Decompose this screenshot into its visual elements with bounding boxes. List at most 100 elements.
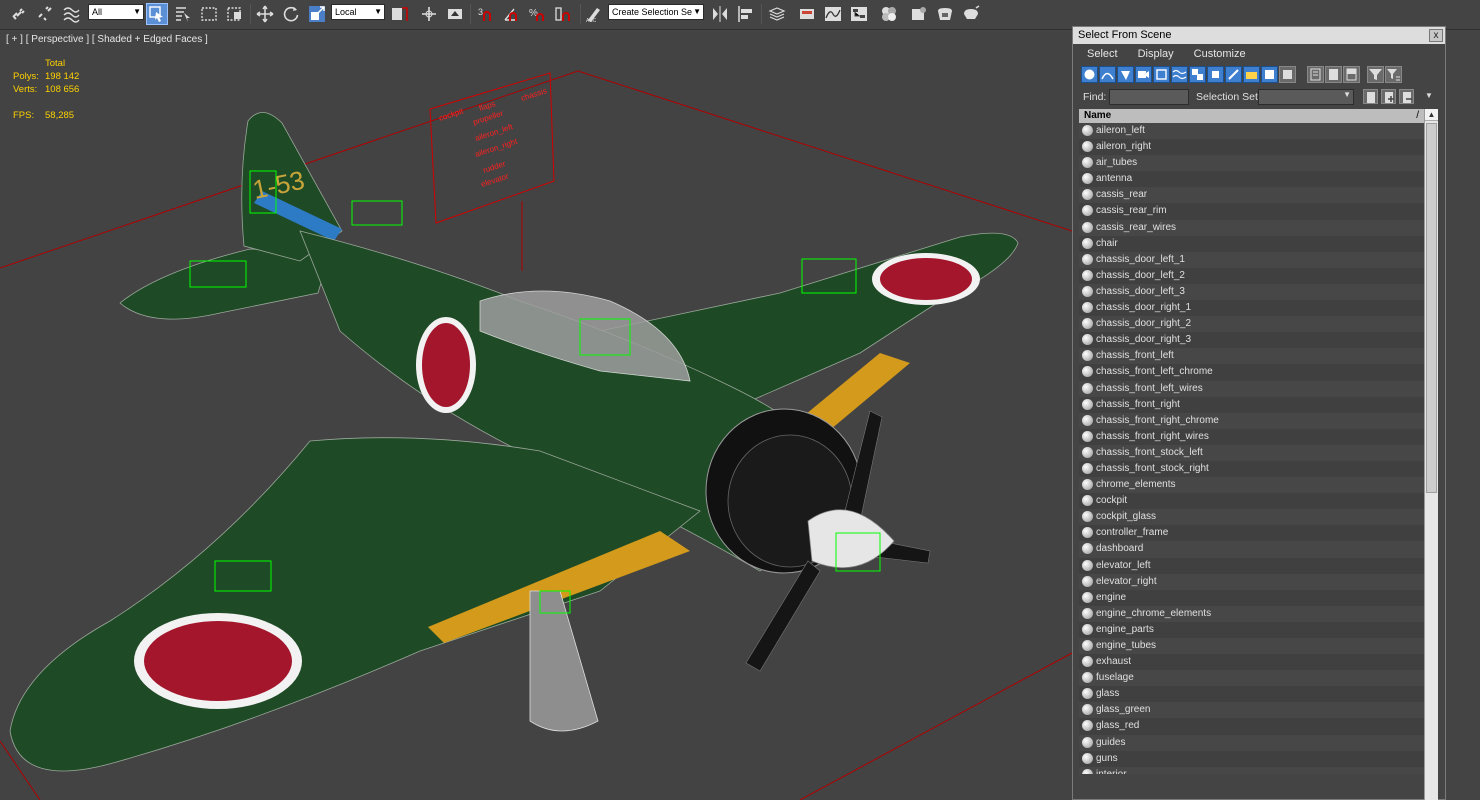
viewport-label[interactable]: [ + ] [ Perspective ] [ Shaded + Edged F… <box>6 34 208 45</box>
list-item[interactable]: air_tubes <box>1079 155 1425 172</box>
scale-icon[interactable] <box>306 3 328 25</box>
list-item[interactable]: glass_red <box>1079 718 1425 734</box>
render-icon[interactable] <box>960 3 982 25</box>
display-containers-icon[interactable] <box>1243 66 1260 83</box>
plane-3d-model[interactable]: 1-53 cockpit flaps propeller aileron_lef… <box>0 31 1072 800</box>
list-item[interactable]: chassis_front_left_wires <box>1079 380 1425 397</box>
list-item[interactable]: elevator_left <box>1079 558 1425 574</box>
display-none-icon[interactable] <box>1325 66 1342 83</box>
list-item[interactable]: chassis_door_right_1 <box>1079 300 1425 316</box>
list-item[interactable]: chassis_front_right_chrome <box>1079 412 1425 429</box>
display-hidden-icon[interactable] <box>1279 66 1296 83</box>
reference-coordinate-dropdown[interactable]: Local ▼ <box>331 4 385 20</box>
list-item[interactable]: chrome_elements <box>1079 477 1425 494</box>
list-item[interactable]: cockpit_glass <box>1079 509 1425 526</box>
display-frozen-icon[interactable] <box>1261 66 1278 83</box>
snap-3d-icon[interactable]: 3 <box>474 3 496 25</box>
rectangle-region-icon[interactable] <box>198 3 220 25</box>
list-item[interactable]: engine_tubes <box>1079 638 1425 655</box>
remove-from-selection-set-icon[interactable] <box>1399 89 1414 104</box>
create-selection-set-icon[interactable] <box>1363 89 1378 104</box>
list-item[interactable]: chassis_front_stock_right <box>1079 461 1425 477</box>
schematic-view-icon[interactable] <box>848 3 870 25</box>
list-item[interactable]: elevator_right <box>1079 573 1425 590</box>
display-helpers-icon[interactable] <box>1153 66 1170 83</box>
list-item[interactable]: chassis_door_left_3 <box>1079 283 1425 301</box>
list-item[interactable]: cassis_rear <box>1079 187 1425 204</box>
window-crossing-icon[interactable] <box>224 3 246 25</box>
link-icon[interactable] <box>8 3 30 25</box>
list-item[interactable]: chassis_front_left <box>1079 348 1425 365</box>
display-lights-icon[interactable] <box>1117 66 1134 83</box>
material-editor-icon[interactable] <box>878 3 900 25</box>
scroll-thumb[interactable] <box>1426 123 1437 493</box>
edit-named-selection-icon[interactable]: ABC <box>583 3 605 25</box>
list-item[interactable]: controller_frame <box>1079 525 1425 541</box>
angle-snap-icon[interactable] <box>500 3 522 25</box>
selection-set-dropdown[interactable]: ▼ <box>1258 89 1354 105</box>
list-item[interactable]: cassis_rear_wires <box>1079 219 1425 236</box>
select-manipulate-icon[interactable] <box>418 3 440 25</box>
list-item[interactable]: dashboard <box>1079 541 1425 558</box>
list-item[interactable]: exhaust <box>1079 654 1425 670</box>
list-item[interactable]: chassis_front_right_wires <box>1079 429 1425 445</box>
bind-space-warp-icon[interactable] <box>60 3 82 25</box>
percent-snap-icon[interactable]: % <box>526 3 548 25</box>
ribbon-icon[interactable] <box>796 3 818 25</box>
list-item[interactable]: fuselage <box>1079 670 1425 687</box>
render-setup-icon[interactable] <box>908 3 930 25</box>
spinner-snap-icon[interactable] <box>552 3 574 25</box>
select-by-name-icon[interactable] <box>172 3 194 25</box>
find-input[interactable] <box>1109 89 1189 105</box>
menu-select[interactable]: Select <box>1087 48 1118 60</box>
add-to-selection-set-icon[interactable] <box>1381 89 1396 104</box>
list-item[interactable]: chassis_front_left_chrome <box>1079 364 1425 380</box>
list-item[interactable]: engine <box>1079 590 1425 606</box>
filter-options-icon[interactable] <box>1385 66 1402 83</box>
list-item[interactable]: interior <box>1079 766 1425 774</box>
menu-display[interactable]: Display <box>1138 48 1174 60</box>
display-all-icon[interactable] <box>1307 66 1324 83</box>
list-item[interactable]: glass_green <box>1079 702 1425 719</box>
unlink-icon[interactable] <box>34 3 56 25</box>
list-item[interactable]: engine_chrome_elements <box>1079 605 1425 622</box>
list-item[interactable]: guides <box>1079 734 1425 751</box>
display-xrefs-icon[interactable] <box>1207 66 1224 83</box>
list-item[interactable]: cassis_rear_rim <box>1079 203 1425 219</box>
display-shapes-icon[interactable] <box>1099 66 1116 83</box>
selection-filter-dropdown[interactable]: All ▼ <box>88 4 144 20</box>
scroll-up-arrow-icon[interactable]: ▲ <box>1425 109 1438 121</box>
display-space-warps-icon[interactable] <box>1171 66 1188 83</box>
select-object-icon[interactable] <box>146 3 168 25</box>
curve-editor-icon[interactable] <box>822 3 844 25</box>
scene-object-list[interactable]: Name / aileron_left aileron_right air_tubes… <box>1079 109 1425 774</box>
display-groups-icon[interactable] <box>1189 66 1206 83</box>
dialog-title-bar[interactable]: Select From Scene x <box>1073 27 1445 44</box>
align-icon[interactable] <box>735 3 757 25</box>
list-item[interactable]: chair <box>1079 236 1425 252</box>
list-item[interactable]: antenna <box>1079 171 1425 187</box>
list-item[interactable]: chassis_front_right <box>1079 397 1425 413</box>
rendered-frame-icon[interactable] <box>934 3 956 25</box>
menu-customize[interactable]: Customize <box>1194 48 1246 60</box>
list-item[interactable]: chassis_door_right_2 <box>1079 316 1425 333</box>
list-item[interactable]: guns <box>1079 751 1425 767</box>
list-item[interactable]: chassis_door_left_1 <box>1079 251 1425 268</box>
list-item[interactable]: aileron_left <box>1079 123 1425 140</box>
use-pivot-center-icon[interactable] <box>388 3 410 25</box>
keyboard-shortcut-icon[interactable] <box>444 3 466 25</box>
name-column-header[interactable]: Name / <box>1079 109 1425 123</box>
list-item[interactable]: aileron_right <box>1079 139 1425 155</box>
display-geometry-icon[interactable] <box>1081 66 1098 83</box>
display-cameras-icon[interactable] <box>1135 66 1152 83</box>
list-item[interactable]: chassis_door_right_3 <box>1079 332 1425 348</box>
close-button[interactable]: x <box>1429 29 1443 42</box>
list-item[interactable]: engine_parts <box>1079 622 1425 638</box>
perspective-viewport[interactable]: 1-53 cockpit flaps propeller aileron_lef… <box>0 31 1072 800</box>
named-selection-set-dropdown[interactable]: Create Selection Se ▼ <box>608 4 704 20</box>
display-invert-icon[interactable] <box>1343 66 1360 83</box>
mirror-icon[interactable] <box>709 3 731 25</box>
collapse-arrow-icon[interactable]: ▼ <box>1425 91 1433 100</box>
display-bones-icon[interactable] <box>1225 66 1242 83</box>
list-item[interactable]: chassis_door_left_2 <box>1079 268 1425 284</box>
